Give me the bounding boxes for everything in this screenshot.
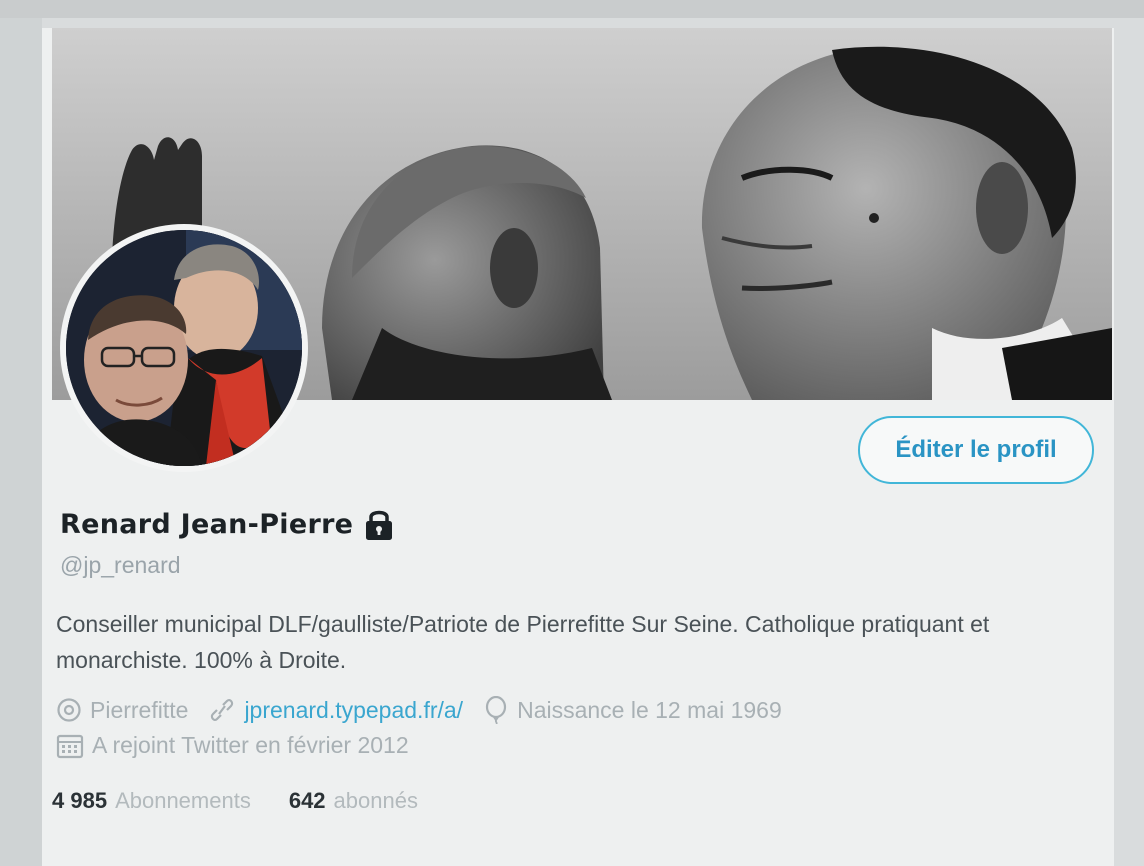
lock-icon [361,506,397,542]
joined-text: A rejoint Twitter en février 2012 [92,732,409,758]
profile-meta-row: Pierrefitte jprenard.typepad.fr/a/ Naiss… [56,696,802,724]
location-pin-icon [56,697,82,723]
link-icon [208,697,236,723]
profile-bio: Conseiller municipal DLF/gaulliste/Patri… [56,611,990,673]
website-item[interactable]: jprenard.typepad.fr/a/ [208,697,463,724]
birthday-text: Naissance le 12 mai 1969 [517,696,782,723]
profile-avatar[interactable] [60,224,308,472]
page-left-margin [0,18,42,866]
location-item: Pierrefitte [56,697,188,724]
profile-card: Éditer le profil Renard Jean-Pierre @jp_… [42,28,1114,866]
profile-stats: 4 985 Abonnements 642 abonnés [52,788,456,814]
profile-handle: @jp_renard [60,552,181,578]
following-count: 4 985 [52,788,108,813]
joined-item: A rejoint Twitter en février 2012 [56,732,409,759]
calendar-icon [56,733,84,759]
birthday-item: Naissance le 12 mai 1969 [483,696,782,724]
website-link[interactable]: jprenard.typepad.fr/a/ [244,697,463,724]
profile-joined-row: A rejoint Twitter en février 2012 [56,732,429,759]
followers-stat[interactable]: 642 abonnés [289,788,418,814]
profile-name-row: Renard Jean-Pierre [60,506,397,542]
edit-profile-button[interactable]: Éditer le profil [858,416,1094,484]
avatar-photo [66,230,302,466]
browser-top-strip [0,0,1144,18]
following-label: Abonnements [115,788,251,813]
balloon-icon [483,696,509,724]
location-text: Pierrefitte [90,696,189,723]
followers-label: abonnés [333,788,418,813]
following-stat[interactable]: 4 985 Abonnements [52,788,251,814]
followers-count: 642 [288,788,326,813]
display-name: Renard Jean-Pierre [60,508,354,540]
